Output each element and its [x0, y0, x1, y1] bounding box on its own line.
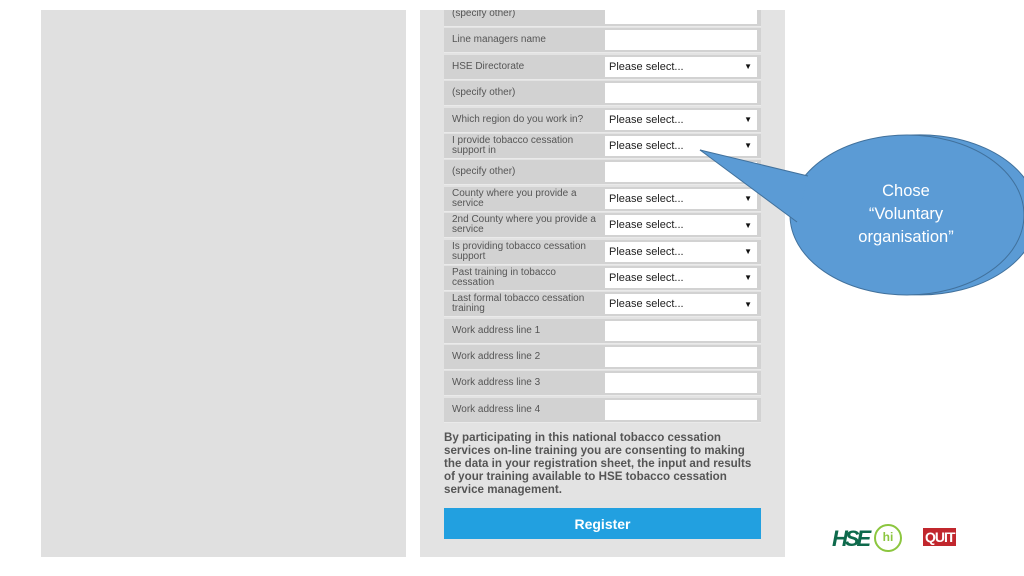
field-label: Work address line 4	[452, 403, 541, 415]
callout-line: “Voluntary	[868, 205, 944, 223]
field-label: Past training in tobacco cessation	[452, 266, 556, 288]
form-row: County where you provide a service Please…	[444, 186, 761, 211]
form-row: 2nd County where you provide a service Pl…	[444, 213, 761, 238]
select-dropdown[interactable]: Please select... ▼	[605, 241, 757, 262]
field-label: Work address line 3	[452, 377, 541, 389]
select-dropdown[interactable]: Please select... ▼	[605, 215, 757, 236]
text-input[interactable]	[605, 320, 757, 341]
field-label: County where you provide a service	[452, 187, 577, 209]
callout-text: Chose “Voluntary organisation”	[835, 180, 977, 249]
text-input[interactable]	[605, 347, 757, 368]
form-row: Which region do you work in? Please selec…	[444, 107, 761, 132]
field-label: HSE Directorate	[452, 60, 525, 72]
select-value: Please select...	[609, 60, 684, 73]
dropdown-arrow-icon: ▼	[744, 141, 752, 151]
select-value: Please select...	[609, 219, 684, 232]
text-input[interactable]	[605, 83, 757, 104]
hse-logo: HSE	[832, 526, 871, 551]
form-row: Work address line 3	[444, 371, 761, 396]
field-label: Work address line 2	[452, 351, 541, 363]
field-label: (specify other)	[452, 166, 516, 178]
quit-logo: QUIT	[923, 528, 957, 546]
callout-line: organisation”	[858, 228, 954, 246]
form-row: HSE Directorate Please select... ▼	[444, 54, 761, 79]
register-button[interactable]: Register	[444, 508, 761, 539]
field-label: (specify other)	[452, 87, 516, 99]
select-value: Please select...	[609, 245, 684, 258]
select-value: Please select...	[609, 271, 684, 284]
dropdown-arrow-icon: ▼	[744, 194, 752, 204]
form-rows: (specify other) Line managers name HSE Dir…	[444, 10, 761, 424]
text-input[interactable]	[605, 30, 757, 51]
form-row: Last formal tobacco cessation training Pl…	[444, 292, 761, 317]
consent-text: By participating in this national tobacc…	[444, 431, 752, 496]
field-label: Line managers name	[452, 34, 546, 46]
form-row: I provide tobacco cessation support in Pl…	[444, 133, 761, 158]
dropdown-arrow-icon: ▼	[744, 247, 752, 257]
form-row: Past training in tobacco cessation Please…	[444, 265, 761, 290]
field-label: Which region do you work in?	[452, 113, 584, 125]
form-row: Is providing tobacco cessation support Pl…	[444, 239, 761, 264]
form-row: Work address line 1	[444, 318, 761, 343]
form-row: (specify other)	[444, 160, 761, 185]
hi-logo: hi	[874, 524, 902, 552]
form-row: Work address line 4	[444, 397, 761, 422]
select-dropdown[interactable]: Please select... ▼	[605, 188, 757, 209]
left-blank-panel	[41, 10, 406, 557]
form-row: Line managers name	[444, 28, 761, 53]
select-value: Please select...	[609, 139, 684, 152]
select-dropdown[interactable]: Please select... ▼	[605, 109, 757, 130]
select-dropdown[interactable]: Please select... ▼	[605, 135, 757, 156]
dropdown-arrow-icon: ▼	[744, 299, 752, 309]
text-input[interactable]	[605, 10, 757, 24]
text-input[interactable]	[605, 373, 757, 394]
select-value: Please select...	[609, 192, 684, 205]
select-dropdown[interactable]: Please select... ▼	[605, 267, 757, 288]
dropdown-arrow-icon: ▼	[744, 62, 752, 72]
select-value: Please select...	[609, 113, 684, 126]
field-label: Is providing tobacco cessation support	[452, 240, 586, 262]
field-label: Work address line 1	[452, 324, 541, 336]
text-input[interactable]	[605, 399, 757, 420]
form-row: (specify other)	[444, 81, 761, 106]
callout-line: Chose	[882, 182, 930, 200]
dropdown-arrow-icon: ▼	[744, 220, 752, 230]
select-value: Please select...	[609, 298, 684, 311]
field-label: 2nd County where you provide a service	[452, 214, 596, 236]
select-dropdown[interactable]: Please select... ▼	[605, 294, 757, 315]
dropdown-arrow-icon: ▼	[744, 273, 752, 283]
dropdown-arrow-icon: ▼	[744, 115, 752, 125]
form-row: Work address line 2	[444, 345, 761, 370]
field-label: (specify other)	[452, 10, 516, 19]
field-label: Last formal tobacco cessation training	[452, 293, 585, 315]
registration-form: (specify other) Line managers name HSE Dir…	[420, 10, 785, 557]
text-input[interactable]	[605, 162, 757, 183]
field-label: I provide tobacco cessation support in	[452, 134, 574, 156]
select-dropdown[interactable]: Please select... ▼	[605, 56, 757, 77]
form-row: (specify other)	[444, 10, 761, 26]
logo-bar: HSE hi QUIT	[830, 522, 960, 554]
